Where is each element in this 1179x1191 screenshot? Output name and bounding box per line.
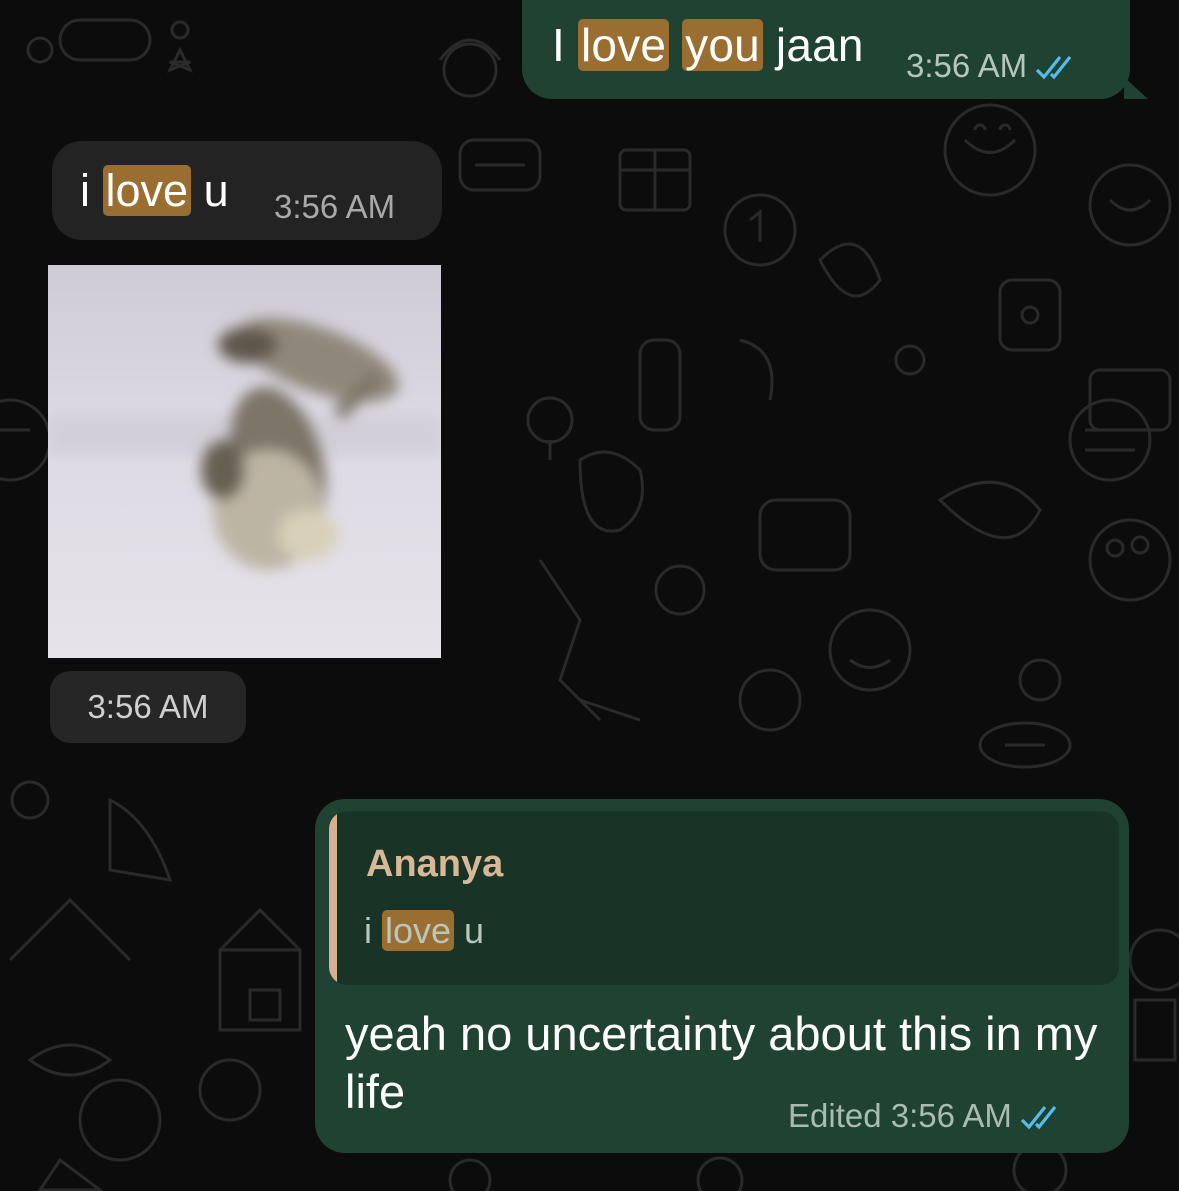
message-time: 3:56 AM — [87, 688, 209, 725]
quoted-text: i love u — [364, 910, 484, 952]
message-text: I love you jaan — [552, 18, 864, 72]
photo-message[interactable] — [48, 265, 441, 658]
message-meta: 3:56 AM — [906, 47, 1079, 85]
photo-timestamp-badge: 3:56 AM — [50, 671, 246, 743]
message-time: 3:56 AM — [890, 1097, 1012, 1134]
quoted-author: Ananya — [366, 843, 504, 885]
message-time: 3:56 AM — [906, 47, 1028, 84]
incoming-message-bubble[interactable]: i love u 3:56 AM — [52, 141, 442, 240]
message-text-part: i — [80, 165, 103, 216]
quoted-text-part: u — [454, 910, 485, 951]
double-check-read-icon — [1020, 1106, 1057, 1130]
quote-accent-bar — [329, 811, 337, 985]
message-text-part — [669, 19, 682, 71]
message-time: 3:56 AM — [274, 188, 396, 225]
message-meta: Edited 3:56 AM — [788, 1097, 1064, 1135]
outgoing-message-bubble[interactable]: I love you jaan 3:56 AM — [522, 0, 1148, 99]
message-text: i love u — [80, 165, 229, 217]
search-highlight: love — [382, 910, 455, 951]
message-text-part: u — [191, 165, 229, 216]
quoted-text-part: i — [364, 910, 382, 951]
double-check-read-icon — [1035, 56, 1072, 80]
search-highlight: love — [577, 19, 670, 71]
bubble-tail — [1124, 77, 1148, 99]
outgoing-reply-message-bubble[interactable]: Ananya i love u yeah no uncertainty abou… — [315, 799, 1129, 1153]
edited-label: Edited — [788, 1097, 882, 1134]
message-text-part: I — [552, 19, 578, 71]
photo-thumbnail — [48, 265, 441, 658]
search-highlight: love — [102, 165, 192, 216]
search-highlight: you — [682, 19, 763, 71]
message-text-part: jaan — [762, 19, 864, 71]
quoted-message[interactable]: Ananya i love u — [329, 811, 1119, 985]
